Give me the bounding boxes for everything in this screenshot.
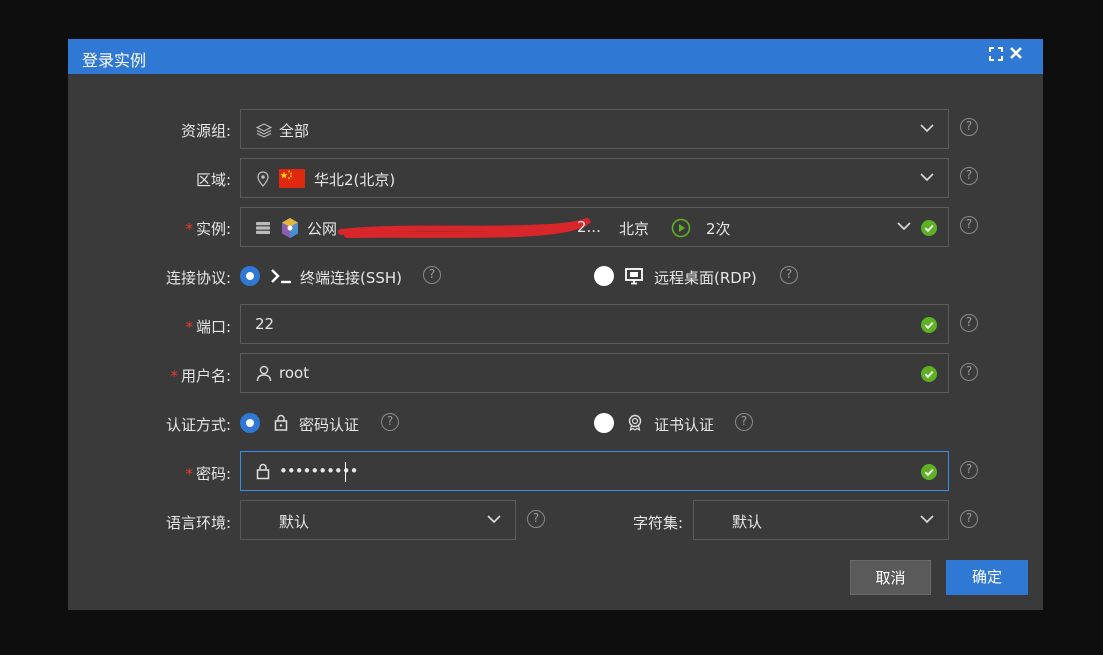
username-value: root (279, 364, 310, 382)
user-icon (256, 365, 272, 382)
auth-password-label[interactable]: 密码认证 (299, 414, 359, 435)
text-caret (345, 462, 346, 482)
help-icon[interactable]: ? (960, 461, 978, 479)
auth-password-radio[interactable] (240, 413, 260, 433)
port-label: * 端口: (185, 318, 231, 336)
check-circle-icon (921, 366, 937, 382)
check-circle-icon (921, 220, 937, 236)
play-circle-icon (671, 218, 691, 238)
username-label: * 用户名: (170, 367, 231, 385)
instance-location: 北京 (619, 220, 650, 238)
china-flag-icon (279, 169, 305, 188)
cancel-button[interactable]: 取消 (850, 560, 931, 595)
protocol-rdp-radio[interactable] (594, 266, 614, 286)
language-value: 默认 (279, 513, 310, 531)
help-icon[interactable]: ? (960, 363, 978, 381)
maximize-icon[interactable] (989, 47, 1003, 61)
server-icon (256, 222, 270, 234)
help-icon[interactable]: ? (735, 413, 753, 431)
username-input[interactable]: root (240, 353, 949, 393)
help-icon[interactable]: ? (960, 118, 978, 136)
lock-icon (274, 414, 288, 431)
help-icon[interactable]: ? (960, 510, 978, 528)
help-icon[interactable]: ? (960, 216, 978, 234)
lock-icon (256, 463, 270, 480)
region-value: 华北2(北京) (314, 171, 396, 189)
protocol-ssh-label[interactable]: 终端连接(SSH) (300, 267, 402, 288)
auth-method-label: 认证方式: (165, 416, 231, 434)
resource-group-label: 资源组: (180, 122, 231, 140)
terminal-icon (271, 269, 291, 284)
login-instance-dialog: 登录实例 资源组: 全部 ? 区域: 华北2(北京) ? * 实例: 公网 2.… (68, 39, 1043, 610)
instance-label: * 实例: (185, 220, 231, 238)
charset-label: 字符集: (632, 514, 683, 532)
protocol-rdp-label[interactable]: 远程桌面(RDP) (654, 267, 757, 288)
resource-group-value: 全部 (279, 122, 310, 140)
instance-name-prefix: 公网 (307, 220, 338, 238)
port-value: 22 (255, 315, 275, 333)
password-label: * 密码: (185, 465, 231, 483)
dialog-title-bar: 登录实例 (68, 39, 1043, 74)
auth-certificate-radio[interactable] (594, 413, 614, 433)
language-select[interactable]: 默认 (240, 500, 516, 540)
instance-name-suffix: 2... (577, 218, 601, 236)
desktop-icon (625, 268, 643, 285)
chevron-down-icon (487, 515, 501, 524)
chevron-down-icon (897, 222, 911, 231)
redaction-mark (338, 217, 592, 238)
help-icon[interactable]: ? (423, 266, 441, 284)
password-input[interactable]: •••••••••• (240, 451, 949, 491)
chevron-down-icon (920, 173, 934, 182)
chevron-down-icon (920, 124, 934, 133)
os-logo-icon (282, 218, 298, 238)
confirm-button[interactable]: 确定 (946, 560, 1028, 595)
charset-select[interactable]: 默认 (693, 500, 949, 540)
charset-value: 默认 (732, 513, 763, 531)
chevron-down-icon (920, 515, 934, 524)
help-icon[interactable]: ? (780, 266, 798, 284)
protocol-ssh-radio[interactable] (240, 266, 260, 286)
protocol-label: 连接协议: (165, 269, 231, 287)
check-circle-icon (921, 464, 937, 480)
instance-login-count: 2次 (706, 220, 731, 238)
help-icon[interactable]: ? (381, 413, 399, 431)
certificate-icon (628, 414, 642, 431)
map-pin-icon (257, 171, 269, 187)
dialog-title: 登录实例 (82, 51, 147, 70)
region-label: 区域: (195, 171, 231, 189)
language-label: 语言环境: (165, 514, 231, 532)
help-icon[interactable]: ? (960, 314, 978, 332)
region-select[interactable]: 华北2(北京) (240, 158, 949, 198)
help-icon[interactable]: ? (960, 167, 978, 185)
check-circle-icon (921, 317, 937, 333)
instance-select[interactable]: 公网 2... 北京 2次 (240, 207, 949, 247)
close-icon[interactable] (1008, 45, 1024, 61)
resource-group-select[interactable]: 全部 (240, 109, 949, 149)
layers-icon (256, 123, 272, 138)
port-input[interactable]: 22 (240, 304, 949, 344)
auth-certificate-label[interactable]: 证书认证 (654, 414, 714, 435)
